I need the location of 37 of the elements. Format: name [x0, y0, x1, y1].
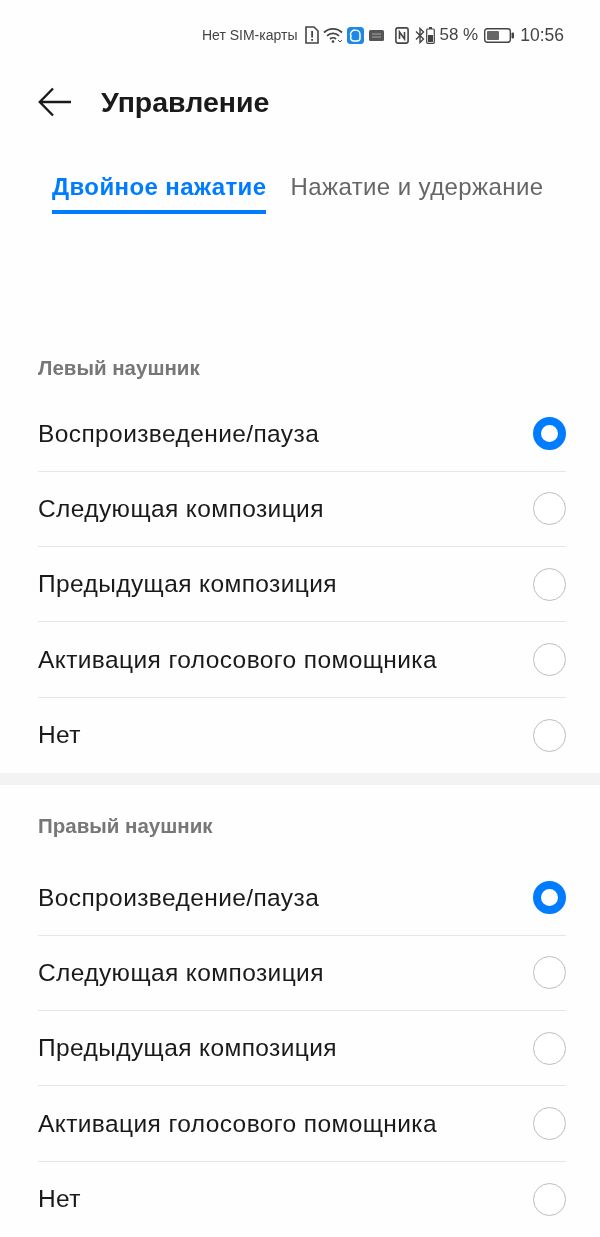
radio-button[interactable] [533, 956, 566, 990]
option-label: Воспроизведение/пауза [38, 419, 320, 448]
option-label: Нет [38, 721, 81, 750]
radio-button[interactable] [533, 718, 566, 752]
option-label: Нет [38, 1185, 81, 1214]
option-label: Предыдущая композиция [38, 1034, 337, 1063]
section-header: Правый наушник [38, 814, 213, 839]
option-label: Следующая композиция [38, 958, 324, 987]
radio-button[interactable] [533, 1107, 566, 1140]
clock-text: 10:56 [520, 24, 564, 46]
tab[interactable]: Двойное нажатие [52, 172, 267, 214]
app-notification-icon [347, 26, 365, 44]
radio-button[interactable] [533, 1031, 566, 1065]
carrier-text: Нет SIM-карты [202, 27, 298, 43]
vertical-battery-icon [426, 26, 436, 44]
radio-button[interactable] [533, 567, 566, 601]
wifi-icon [323, 27, 344, 43]
battery-percent-text: 58 % [439, 25, 479, 45]
page-title: Управление [101, 85, 270, 119]
back-arrow-icon[interactable] [38, 87, 72, 117]
tab[interactable]: Нажатие и удержание [290, 172, 544, 214]
option-label: Воспроизведение/пауза [38, 883, 320, 912]
radio-button[interactable] [533, 492, 566, 526]
battery-icon [484, 27, 515, 43]
radio-button[interactable] [533, 881, 566, 915]
radio-button[interactable] [533, 643, 566, 677]
option-label: Следующая композиция [38, 494, 324, 523]
radio-button[interactable] [533, 417, 566, 451]
nfc-icon [395, 26, 410, 44]
sim-alert-icon [305, 26, 320, 44]
option-label: Активация голосового помощника [38, 645, 438, 674]
option-label: Активация голосового помощника [38, 1109, 438, 1138]
section-header: Левый наушник [38, 356, 200, 380]
radio-button[interactable] [533, 1182, 566, 1216]
bluetooth-icon [415, 26, 426, 44]
option-label: Предыдущая композиция [38, 570, 337, 599]
hms-badge-icon [369, 29, 385, 41]
